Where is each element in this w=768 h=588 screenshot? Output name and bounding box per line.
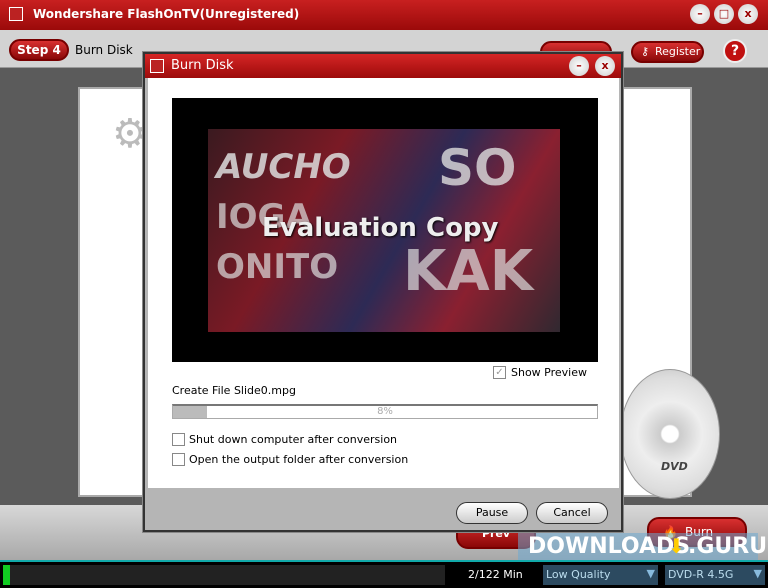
register-label: Register xyxy=(655,45,701,58)
status-bar: 2/122 Min Low Quality ▼ DVD-R 4.5G ▼ xyxy=(0,560,768,588)
burn-disk-dialog: Burn Disk – x AUCHO IOGA ONITO SO KAK Ev… xyxy=(143,52,623,532)
progress-bar: 8% xyxy=(172,404,598,419)
cancel-button[interactable]: Cancel xyxy=(536,502,608,524)
step-badge: Step 4 xyxy=(9,39,69,61)
banner-text: ONITO xyxy=(216,247,339,287)
dvd-logo: DVD xyxy=(661,460,688,473)
banner-text: SO xyxy=(438,139,517,197)
download-arrow-icon: ⬇ xyxy=(668,534,685,558)
banner-text: KAK xyxy=(403,239,534,304)
app-icon xyxy=(9,7,23,21)
dialog-minimize-button[interactable]: – xyxy=(569,56,589,76)
disc-type-select[interactable]: DVD-R 4.5G ▼ xyxy=(665,565,765,585)
dialog-title-bar: Burn Disk – x xyxy=(145,54,621,78)
dialog-title: Burn Disk xyxy=(171,58,234,73)
disc-type-value: DVD-R 4.5G xyxy=(668,568,734,581)
quality-value: Low Quality xyxy=(546,568,611,581)
dialog-close-button[interactable]: x xyxy=(595,56,615,76)
register-button[interactable]: ⚷ Register xyxy=(631,41,704,63)
preview-video: AUCHO IOGA ONITO SO KAK Evaluation Copy xyxy=(172,98,598,362)
downloads-guru-watermark: DOWNLOADS ⬇ .GURU xyxy=(518,533,767,560)
open-folder-checkbox[interactable] xyxy=(172,453,185,466)
disk-usage-bar xyxy=(3,565,10,585)
dvd-disc-icon: DVD xyxy=(620,369,720,499)
banner-text: AUCHO xyxy=(216,147,351,187)
show-preview-checkbox[interactable]: ✓ xyxy=(493,366,506,379)
help-button[interactable]: ? xyxy=(723,39,747,63)
dialog-body: AUCHO IOGA ONITO SO KAK Evaluation Copy … xyxy=(148,78,619,488)
key-icon: ⚷ xyxy=(641,45,650,58)
evaluation-watermark: Evaluation Copy xyxy=(262,213,499,243)
shutdown-label: Shut down computer after conversion xyxy=(189,433,398,446)
watermark-text: DOWNLOADS xyxy=(528,534,691,559)
step-label: Burn Disk xyxy=(75,43,133,57)
quality-select[interactable]: Low Quality ▼ xyxy=(543,565,658,585)
open-folder-label: Open the output folder after conversion xyxy=(189,453,409,466)
app-icon xyxy=(150,59,164,73)
chevron-down-icon: ▼ xyxy=(646,567,655,580)
shutdown-checkbox[interactable] xyxy=(172,433,185,446)
progress-label: 8% xyxy=(377,406,393,417)
title-bar: Wondershare FlashOnTV(Unregistered) – □ … xyxy=(0,0,768,30)
status-text: Create File Slide0.mpg xyxy=(172,384,296,397)
maximize-button[interactable]: □ xyxy=(714,4,734,24)
minimize-button[interactable]: – xyxy=(690,4,710,24)
chevron-down-icon: ▼ xyxy=(753,567,762,580)
close-button[interactable]: x xyxy=(738,4,758,24)
duration-text: 2/122 Min xyxy=(468,568,523,581)
disk-usage-track xyxy=(10,565,445,585)
pause-button[interactable]: Pause xyxy=(456,502,528,524)
watermark-guru: .GURU xyxy=(688,534,768,559)
show-preview-label: Show Preview xyxy=(511,366,587,379)
video-frame: AUCHO IOGA ONITO SO KAK Evaluation Copy xyxy=(208,129,560,332)
window-title: Wondershare FlashOnTV(Unregistered) xyxy=(33,7,300,21)
